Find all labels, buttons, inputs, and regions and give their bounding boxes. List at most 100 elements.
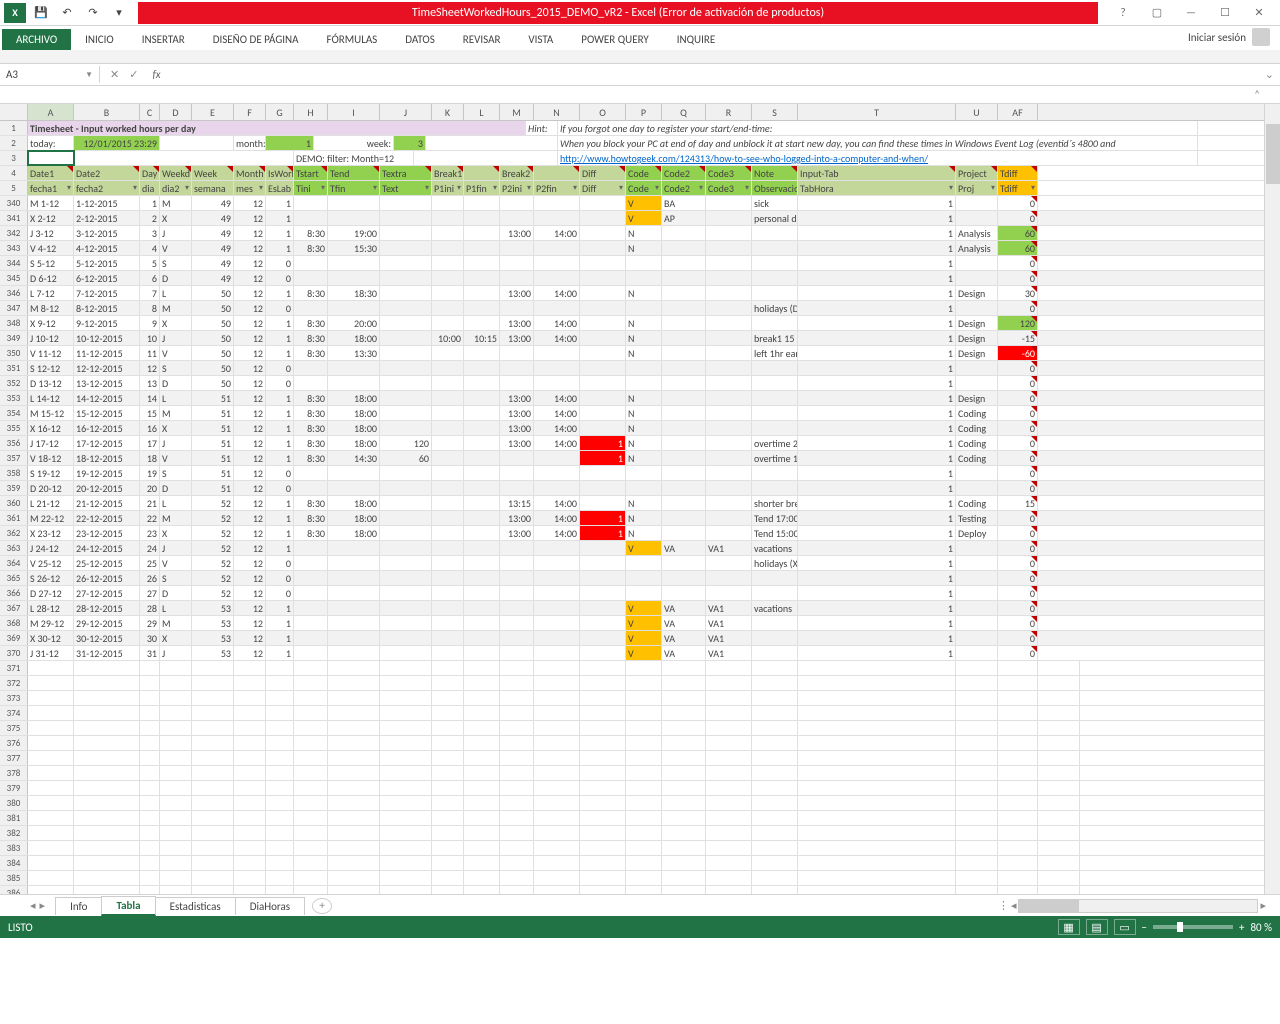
data-cell[interactable] [500,211,534,225]
data-cell[interactable] [328,271,380,285]
data-cell[interactable] [534,211,580,225]
row-header[interactable]: 351 [0,361,28,375]
data-cell[interactable]: 0 [266,361,294,375]
data-cell[interactable] [380,556,432,570]
data-cell[interactable]: 50 [192,286,234,300]
empty-cell[interactable] [534,721,580,735]
data-cell[interactable]: 5 [140,256,160,270]
collapse-ribbon-icon[interactable]: ˄ [1254,88,1260,101]
empty-cell[interactable] [752,766,798,780]
data-cell[interactable] [380,496,432,510]
data-cell[interactable] [580,496,626,510]
split-handle-icon[interactable]: ⋮ [998,899,1009,912]
data-cell[interactable] [464,466,500,480]
empty-cell[interactable] [956,811,998,825]
data-cell[interactable] [500,196,534,210]
empty-cell[interactable] [464,826,500,840]
data-cell[interactable] [706,511,752,525]
data-cell[interactable] [752,466,798,480]
data-cell[interactable]: 51 [192,466,234,480]
data-cell[interactable]: 14:00 [534,406,580,420]
data-cell[interactable]: 0 [998,586,1038,600]
empty-cell[interactable] [706,841,752,855]
data-cell[interactable]: 1 [798,346,956,360]
empty-cell[interactable] [662,826,706,840]
data-cell[interactable]: J 3-12 [28,226,74,240]
data-cell[interactable] [500,556,534,570]
table-header[interactable]: IsWorki [266,166,294,180]
data-cell[interactable] [328,301,380,315]
table-header[interactable] [464,166,500,180]
empty-cell[interactable] [160,796,192,810]
table-header[interactable]: Date1 [28,166,74,180]
data-cell[interactable]: personal day [752,211,798,225]
data-cell[interactable]: 1 [798,271,956,285]
data-cell[interactable]: J 31-12 [28,646,74,660]
formula-input[interactable] [175,73,1259,77]
row-header[interactable]: 340 [0,196,28,210]
empty-cell[interactable] [140,781,160,795]
data-cell[interactable] [706,346,752,360]
tab-power-query[interactable]: POWER QUERY [567,29,662,50]
col-header-K[interactable]: K [432,104,464,120]
empty-cell[interactable] [464,691,500,705]
empty-cell[interactable] [160,706,192,720]
empty-cell[interactable] [626,886,662,894]
empty-cell[interactable] [1038,856,1080,870]
empty-cell[interactable] [1038,706,1080,720]
empty-cell[interactable] [1038,796,1080,810]
empty-cell[interactable] [706,886,752,894]
empty-cell[interactable] [706,781,752,795]
empty-cell[interactable] [140,721,160,735]
empty-cell[interactable] [956,871,998,885]
data-cell[interactable]: M 29-12 [28,616,74,630]
data-cell[interactable]: 0 [266,481,294,495]
empty-cell[interactable] [1038,886,1080,894]
data-cell[interactable]: N [626,286,662,300]
data-cell[interactable]: X [160,316,192,330]
data-cell[interactable]: VA1 [706,631,752,645]
data-cell[interactable]: X [160,526,192,540]
data-cell[interactable]: 0 [998,526,1038,540]
empty-cell[interactable] [140,886,160,894]
data-cell[interactable]: 1 [798,496,956,510]
empty-cell[interactable] [192,781,234,795]
data-cell[interactable]: 10:15 [464,331,500,345]
sheet-tab-tabla[interactable]: Tabla [101,896,155,916]
empty-cell[interactable] [998,661,1038,675]
data-cell[interactable]: 0 [998,421,1038,435]
data-cell[interactable]: 11-12-2015 [74,346,140,360]
empty-cell[interactable] [74,856,140,870]
empty-cell[interactable] [534,691,580,705]
empty-cell[interactable] [160,811,192,825]
empty-cell[interactable] [140,856,160,870]
data-cell[interactable]: 15 [140,406,160,420]
empty-cell[interactable] [662,721,706,735]
empty-cell[interactable] [998,736,1038,750]
data-cell[interactable]: 14:00 [534,286,580,300]
data-cell[interactable]: N [626,511,662,525]
empty-cell[interactable] [1038,691,1080,705]
data-cell[interactable] [294,601,328,615]
empty-cell[interactable] [662,886,706,894]
data-cell[interactable]: S [160,571,192,585]
col-header-C[interactable]: C [140,104,160,120]
data-cell[interactable] [662,226,706,240]
data-cell[interactable]: 0 [998,556,1038,570]
row-header[interactable]: 375 [0,721,28,735]
filter-header[interactable]: EsLab [266,181,294,195]
empty-cell[interactable] [998,691,1038,705]
data-cell[interactable] [662,436,706,450]
data-cell[interactable] [752,586,798,600]
empty-cell[interactable] [140,661,160,675]
data-cell[interactable]: 6-12-2015 [74,271,140,285]
filter-header[interactable]: TabHora [798,181,956,195]
empty-cell[interactable] [294,886,328,894]
save-icon[interactable]: 💾 [30,2,52,24]
table-header[interactable]: Week [192,166,234,180]
data-cell[interactable] [500,376,534,390]
data-cell[interactable]: 13:00 [500,391,534,405]
data-cell[interactable] [328,256,380,270]
data-cell[interactable] [752,421,798,435]
data-cell[interactable]: 1 [266,286,294,300]
